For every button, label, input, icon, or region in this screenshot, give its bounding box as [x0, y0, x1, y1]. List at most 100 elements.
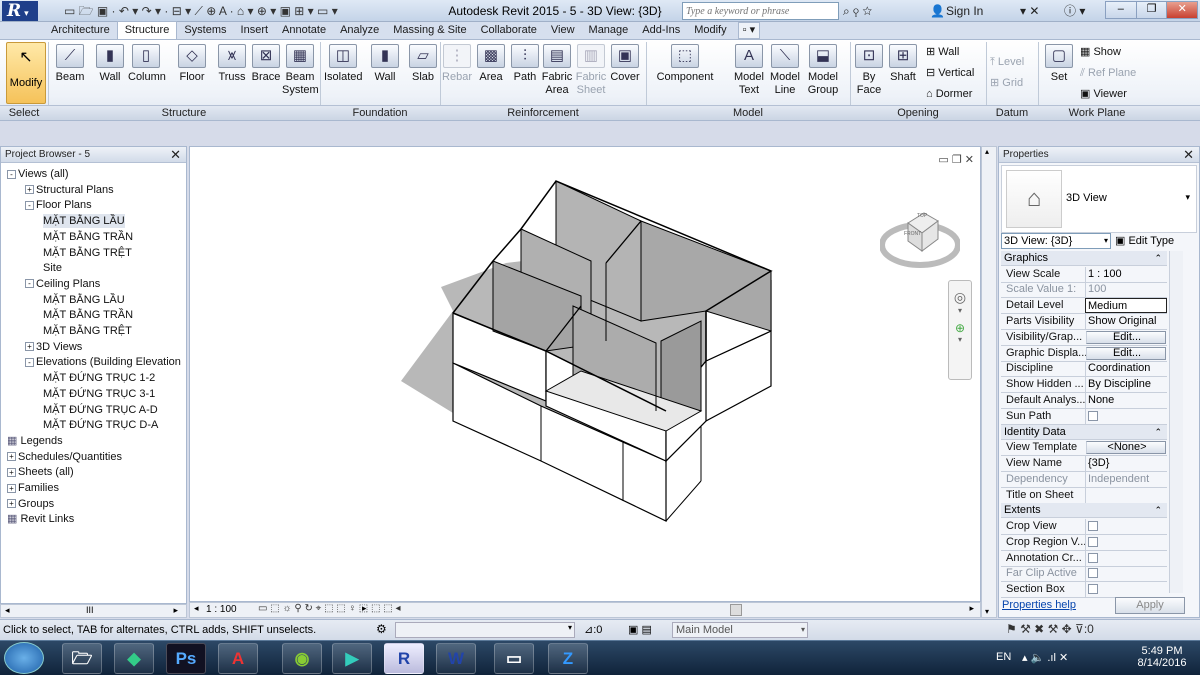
- property-section-graphics[interactable]: Graphics ⌃: [1001, 251, 1167, 266]
- property-value[interactable]: <None>: [1086, 441, 1166, 455]
- expand-toggle-icon[interactable]: -: [25, 279, 34, 289]
- tree-item[interactable]: MẶT BẰNG TRỆT: [43, 246, 132, 260]
- tree-item[interactable]: ▦ Legends: [7, 434, 63, 448]
- property-value[interactable]: [1085, 408, 1167, 424]
- zoom-icon[interactable]: ⊕: [949, 321, 971, 335]
- instance-selector[interactable]: 3D View: {3D} ▾: [1001, 233, 1111, 249]
- tree-item[interactable]: + Families: [7, 481, 59, 495]
- clock[interactable]: 5:49 PM 8/14/2016: [1132, 645, 1192, 669]
- expand-toggle-icon[interactable]: +: [7, 467, 16, 477]
- steering-wheel-icon[interactable]: ◎: [949, 289, 971, 306]
- tray-icons[interactable]: ▴ 🔈 .ıl ✕: [1022, 651, 1068, 664]
- 3d-view-canvas[interactable]: ▭ ❐ ✕ TOP FRONT ◎ ▾ ⊕ ▾: [189, 146, 981, 602]
- tab-collaborate[interactable]: Collaborate: [474, 22, 544, 39]
- checkbox[interactable]: [1088, 552, 1098, 563]
- tree-item[interactable]: MẶT BẰNG LẦU: [43, 214, 125, 229]
- model-group-button[interactable]: ⬓ Model Group: [804, 42, 842, 97]
- tree-item[interactable]: + Schedules/Quantities: [7, 450, 122, 464]
- language-indicator[interactable]: EN: [996, 651, 1011, 663]
- taskbar-zalo-icon[interactable]: Z: [548, 643, 588, 674]
- expand-toggle-icon[interactable]: +: [7, 499, 16, 509]
- checkbox[interactable]: [1088, 568, 1098, 579]
- tab-analyze[interactable]: Analyze: [333, 22, 386, 39]
- checkbox[interactable]: [1088, 536, 1098, 547]
- viewcube[interactable]: TOP FRONT: [879, 205, 961, 275]
- property-value[interactable]: Independent: [1085, 471, 1167, 487]
- model-text-button[interactable]: A Model Text: [730, 42, 768, 97]
- floor-button[interactable]: ◇ Floor: [174, 42, 210, 84]
- tab-architecture[interactable]: Architecture: [44, 22, 117, 39]
- tab-view[interactable]: View: [544, 22, 582, 39]
- ribbon-minimize-toggle[interactable]: ▫ ▾: [737, 22, 761, 39]
- level-button[interactable]: ⤒ Level: [990, 55, 1024, 69]
- group-label-select[interactable]: Select: [0, 107, 48, 119]
- vertical-scrollbar[interactable]: ▴ ▾: [981, 146, 997, 618]
- tree-item[interactable]: - Floor Plans: [25, 198, 92, 212]
- area-button[interactable]: ▩ Area: [474, 42, 508, 84]
- close-icon[interactable]: ✕: [170, 147, 181, 163]
- infocenter-icons[interactable]: ⌕ ⚲ ☆: [843, 3, 872, 19]
- ref-plane-button[interactable]: ⫽ Ref Plane: [1080, 66, 1136, 80]
- tab-add-ins[interactable]: Add-Ins: [635, 22, 687, 39]
- quick-access-toolbar[interactable]: ▭ 🗁 ▣ · ↶ ▾ ↷ ▾ · ⊟ ▾ ⟋ ⊕ A · ⌂ ▾ ⊕ ▾ ▣ …: [64, 3, 338, 19]
- tree-item[interactable]: + Sheets (all): [7, 465, 74, 479]
- type-selector[interactable]: ⌂ 3D View ▾: [1001, 165, 1197, 233]
- properties-help-link[interactable]: Properties help: [1002, 599, 1076, 611]
- wall-button[interactable]: ▮ Wall: [92, 42, 128, 84]
- taskbar-sketchup-icon[interactable]: ◆: [114, 643, 154, 674]
- tree-item[interactable]: + Groups: [7, 497, 54, 511]
- exchange-icon[interactable]: ▾ ✕: [1020, 3, 1039, 19]
- vertical-button[interactable]: ⊟ Vertical: [926, 66, 974, 80]
- type-dropdown-icon[interactable]: ▾: [1185, 192, 1190, 203]
- taskbar-autocad-icon[interactable]: A: [218, 643, 258, 674]
- property-section-identity-data[interactable]: Identity Data ⌃: [1001, 424, 1167, 440]
- building-model[interactable]: [190, 147, 982, 603]
- design-option-select[interactable]: Main Model ▾: [672, 622, 808, 638]
- property-value[interactable]: Show Original: [1085, 314, 1167, 329]
- expand-toggle-icon[interactable]: +: [7, 452, 16, 462]
- expand-toggle-icon[interactable]: -: [7, 169, 16, 179]
- property-value[interactable]: Medium: [1085, 298, 1167, 314]
- tree-item[interactable]: - Ceiling Plans: [25, 277, 100, 291]
- tree-item[interactable]: MẶT ĐỨNG TRỤC 3-1: [43, 387, 155, 401]
- set-button[interactable]: ▢ Set: [1042, 42, 1076, 84]
- foundation-slab-button[interactable]: ▱ Slab: [404, 42, 442, 84]
- collapse-icon[interactable]: ⌃: [1154, 503, 1162, 517]
- property-value[interactable]: [1085, 566, 1167, 582]
- expand-toggle-icon[interactable]: +: [25, 342, 34, 352]
- tree-item[interactable]: ▦ Revit Links: [7, 512, 74, 526]
- property-value[interactable]: None: [1085, 393, 1167, 408]
- taskbar-photoshop-icon[interactable]: Ps: [166, 643, 206, 674]
- foundation-wall-button[interactable]: ▮ Wall: [366, 42, 404, 84]
- start-button[interactable]: [4, 642, 44, 674]
- brace-button[interactable]: ⊠ Brace: [248, 42, 284, 84]
- shaft-button[interactable]: ⊞ Shaft: [886, 42, 920, 84]
- scroll-right-icon-2[interactable]: ▸: [969, 603, 974, 614]
- revit-app-menu-button[interactable]: R ▾: [2, 1, 38, 21]
- expand-toggle-icon[interactable]: +: [25, 185, 34, 195]
- apply-button[interactable]: Apply: [1115, 597, 1185, 614]
- collapse-icon[interactable]: ⌃: [1154, 251, 1162, 265]
- expand-toggle-icon[interactable]: -: [25, 200, 34, 210]
- path-button[interactable]: ⫶ Path: [508, 42, 542, 84]
- truss-button[interactable]: ⩙ Truss: [214, 42, 250, 84]
- tree-item[interactable]: MẶT BẰNG TRẦN: [43, 230, 133, 244]
- opening-wall-button[interactable]: ⊞ Wall: [926, 45, 959, 59]
- tree-item[interactable]: MẶT ĐỨNG TRỤC D-A: [43, 418, 158, 432]
- rebar-button[interactable]: ⋮ Rebar: [440, 42, 474, 84]
- beam-system-button[interactable]: ▦ Beam System: [282, 42, 319, 97]
- property-value[interactable]: 100: [1085, 282, 1167, 298]
- component-button[interactable]: ⬚ Component: [652, 42, 718, 84]
- tab-massing-site[interactable]: Massing & Site: [386, 22, 473, 39]
- property-value[interactable]: Edit...: [1086, 346, 1166, 360]
- selection-filter-icons[interactable]: ⚑ ⚒ ✖ ⚒ ✥ ⊽:0: [1006, 622, 1094, 636]
- tab-systems[interactable]: Systems: [177, 22, 233, 39]
- checkbox[interactable]: [1088, 521, 1098, 531]
- property-value[interactable]: By Discipline: [1085, 377, 1167, 393]
- view-control-icons[interactable]: ▭ ⬚ ☼ ⚲ ↻ ⌖ ⬚ ⬚ ♀ ⬚ ⬚ ⬚ ◂: [258, 603, 401, 614]
- modify-button[interactable]: ↖ Modify: [6, 42, 46, 104]
- tree-item[interactable]: - Elevations (Building Elevation: [25, 355, 181, 369]
- workset-select[interactable]: ▾: [395, 622, 575, 638]
- property-value[interactable]: [1085, 534, 1167, 550]
- scroll-left-icon[interactable]: ◂: [194, 603, 199, 614]
